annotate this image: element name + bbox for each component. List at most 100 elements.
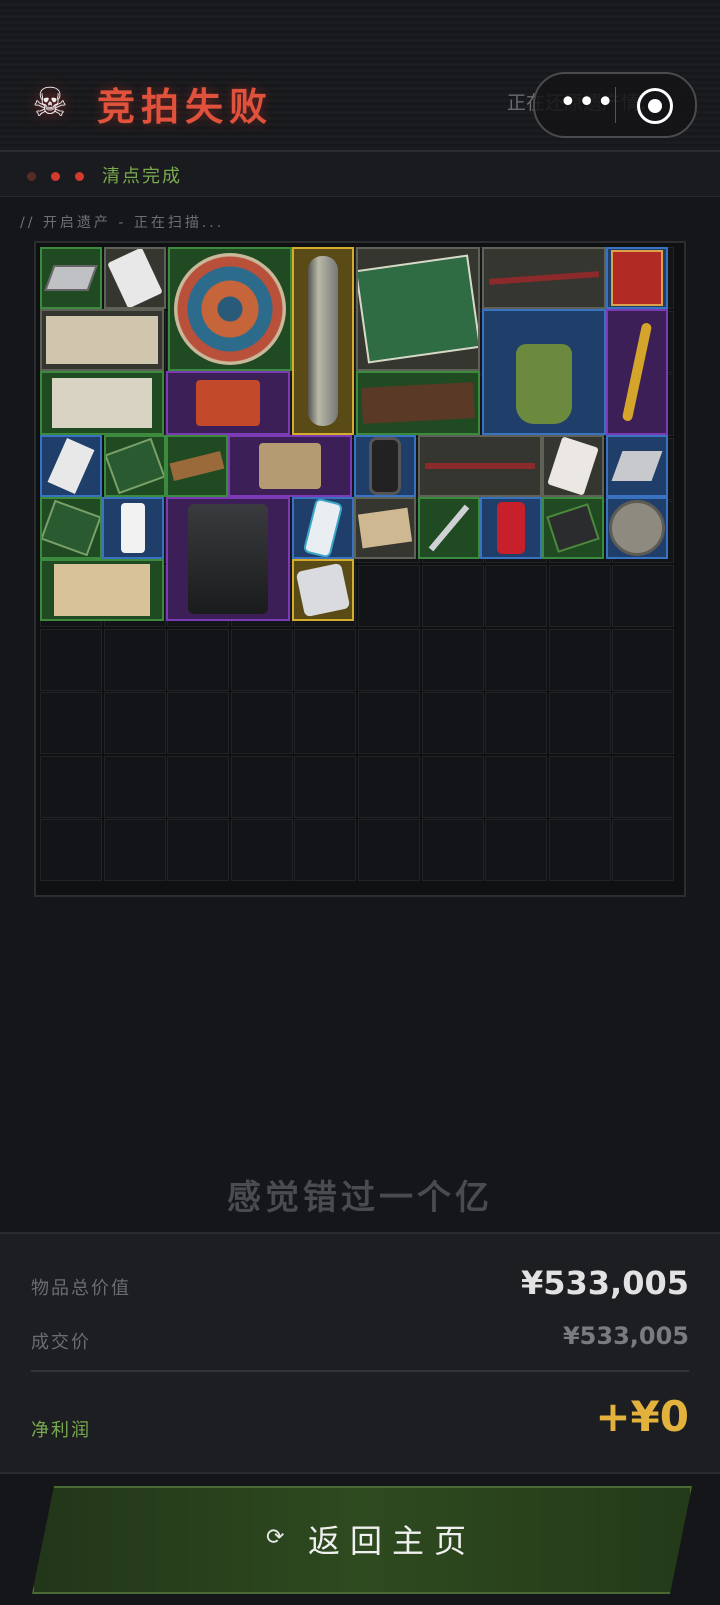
refresh-icon: ⟳ bbox=[266, 1525, 285, 1550]
item-circuit-board-2[interactable] bbox=[40, 497, 102, 559]
target-icon[interactable] bbox=[637, 88, 673, 124]
grid-cell bbox=[294, 819, 357, 882]
result-header: ☠ 竞拍失败 正在还原遗产情... ••• bbox=[0, 0, 720, 152]
grid-cell bbox=[358, 565, 420, 627]
grid-cell bbox=[358, 692, 420, 755]
value-summary-panel: 物品总价值 ¥533,005 成交价 ¥533,005 净利润 +¥0 bbox=[0, 1232, 720, 1474]
scan-status-text: // 开启遗产 - 正在扫描... bbox=[20, 215, 225, 231]
item-battery-pack[interactable] bbox=[542, 497, 604, 559]
progress-label: 清点完成 bbox=[102, 166, 182, 187]
grid-cell bbox=[167, 628, 230, 691]
item-radio[interactable] bbox=[228, 435, 352, 497]
item-blueprint-tube[interactable] bbox=[292, 247, 354, 435]
grid-cell bbox=[167, 692, 230, 755]
progress-dot bbox=[75, 172, 84, 181]
item-old-map[interactable] bbox=[40, 371, 164, 435]
item-playing-card-2[interactable] bbox=[542, 435, 604, 497]
net-profit-value: +¥0 bbox=[595, 1392, 689, 1441]
miniprogram-capsule[interactable]: ••• bbox=[533, 72, 697, 138]
item-soda-can[interactable] bbox=[480, 497, 542, 559]
item-playing-card[interactable] bbox=[104, 247, 166, 309]
deal-price-label: 成交价 bbox=[31, 1332, 91, 1353]
grid-cell bbox=[548, 565, 611, 627]
grid-cell bbox=[612, 628, 675, 691]
item-coffee-machine[interactable] bbox=[166, 497, 290, 621]
grid-cell bbox=[40, 819, 102, 882]
grid-cell bbox=[421, 819, 484, 882]
more-icon[interactable]: ••• bbox=[559, 86, 615, 120]
item-scale-device[interactable] bbox=[292, 559, 354, 621]
grid-cell bbox=[485, 755, 548, 818]
grid-cell bbox=[358, 628, 420, 691]
item-cigarette-pack[interactable] bbox=[40, 435, 102, 497]
grid-cell bbox=[167, 819, 230, 882]
grid-cell bbox=[548, 628, 611, 691]
grid-cell bbox=[358, 819, 420, 882]
item-circuit-board[interactable] bbox=[104, 435, 166, 497]
summary-divider bbox=[31, 1370, 689, 1372]
grid-cell bbox=[612, 692, 675, 755]
grid-cell bbox=[548, 692, 611, 755]
grid-cell bbox=[612, 565, 675, 627]
capsule-divider bbox=[615, 87, 616, 123]
item-hammer-2[interactable] bbox=[418, 435, 542, 497]
grid-cell bbox=[103, 628, 166, 691]
grid-cell bbox=[421, 565, 484, 627]
net-profit-label: 净利润 bbox=[31, 1420, 91, 1441]
grid-cell bbox=[485, 819, 548, 882]
grid-cell bbox=[40, 692, 102, 755]
item-tactical-pouch[interactable] bbox=[166, 371, 290, 435]
item-camping-stove[interactable] bbox=[482, 309, 606, 435]
item-emergency-candles[interactable] bbox=[356, 247, 480, 371]
slogan-text: 感觉错过一个亿 bbox=[227, 1178, 493, 1218]
item-smart-watch[interactable] bbox=[354, 435, 416, 497]
grid-cell bbox=[230, 755, 293, 818]
progress-dot bbox=[51, 172, 60, 181]
grid-cell bbox=[421, 755, 484, 818]
item-wood-plank[interactable] bbox=[356, 371, 480, 435]
item-silver-plate[interactable] bbox=[606, 435, 668, 497]
grid-cell bbox=[294, 628, 357, 691]
item-medicine-bottle[interactable] bbox=[102, 497, 164, 559]
item-newspaper[interactable] bbox=[40, 309, 164, 371]
grid-cell bbox=[421, 628, 484, 691]
grid-cell bbox=[548, 819, 611, 882]
item-gold-key[interactable] bbox=[606, 309, 668, 435]
grid-cell bbox=[230, 628, 293, 691]
item-parchment[interactable] bbox=[40, 559, 164, 621]
item-hammer[interactable] bbox=[482, 247, 606, 309]
grid-cell bbox=[485, 692, 548, 755]
return-home-button[interactable]: ⟳ 返回主页 bbox=[32, 1486, 692, 1594]
item-small-box[interactable] bbox=[354, 497, 416, 559]
grid-cell bbox=[485, 565, 548, 627]
item-hard-drive[interactable] bbox=[40, 247, 102, 309]
item-decorative-plate[interactable] bbox=[168, 247, 292, 371]
grid-cell bbox=[294, 692, 357, 755]
total-value: ¥533,005 bbox=[520, 1264, 689, 1302]
grid-cell bbox=[103, 819, 166, 882]
grid-cell bbox=[103, 755, 166, 818]
item-energy-bar[interactable] bbox=[166, 435, 228, 497]
grid-cell bbox=[103, 692, 166, 755]
deal-price-value: ¥533,005 bbox=[562, 1322, 689, 1350]
item-tweezers[interactable] bbox=[418, 497, 480, 559]
page-title: 竞拍失败 bbox=[97, 85, 274, 129]
grid-cell bbox=[230, 692, 293, 755]
item-thermometer-gun[interactable] bbox=[292, 497, 354, 559]
grid-cell bbox=[40, 628, 102, 691]
grid-cell bbox=[40, 755, 102, 818]
grid-cell bbox=[548, 755, 611, 818]
item-red-tin[interactable] bbox=[606, 247, 668, 309]
grid-cell bbox=[612, 819, 675, 882]
grid-cell bbox=[485, 628, 548, 691]
item-old-coin[interactable] bbox=[606, 497, 668, 559]
grid-cell bbox=[358, 755, 420, 818]
grid-cell bbox=[167, 755, 230, 818]
progress-dot bbox=[27, 172, 36, 181]
grid-cell bbox=[612, 755, 675, 818]
return-home-label: 返回主页 bbox=[308, 1522, 477, 1560]
skull-icon: ☠ bbox=[32, 80, 68, 126]
total-value-label: 物品总价值 bbox=[31, 1278, 131, 1299]
progress-strip: 清点完成 bbox=[0, 152, 720, 197]
grid-cell bbox=[421, 692, 484, 755]
